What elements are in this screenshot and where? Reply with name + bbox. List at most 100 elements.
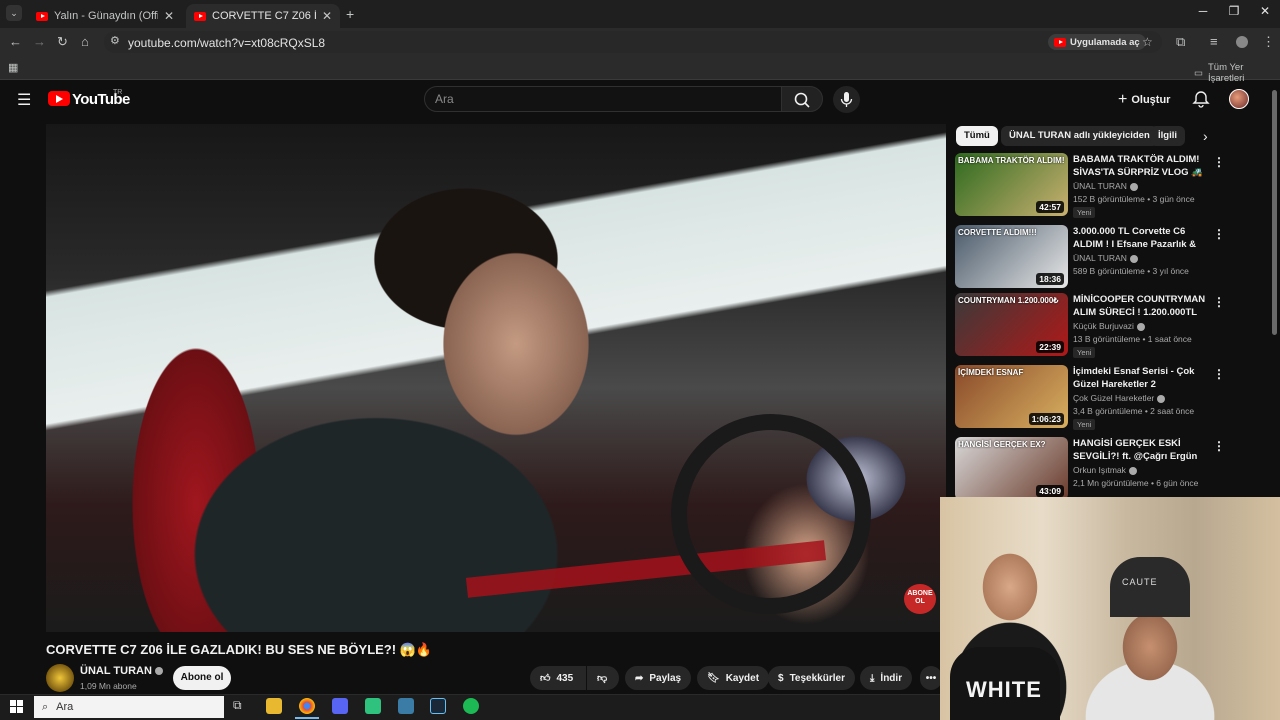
more-options-icon[interactable]: ⋮ bbox=[1213, 155, 1225, 169]
tab-title: CORVETTE C7 Z06 İLE GAZLADIK! bbox=[212, 10, 316, 22]
video-thumbnail[interactable]: BABAMA TRAKTÖR ALDIM! 42:57 bbox=[955, 153, 1068, 216]
thumbnail-text: HANGİSİ GERÇEK EX? bbox=[958, 440, 1046, 449]
subscribe-watermark[interactable]: ABONE OL bbox=[904, 584, 936, 614]
chip-all[interactable]: Tümü bbox=[956, 126, 998, 146]
browser-tab-strip: ⌄ Yalın - Günaydın (Official Video) ✕ CO… bbox=[0, 0, 1280, 28]
recommendation-title[interactable]: 3.000.000 TL Corvette C6 ALDIM ! I Efsan… bbox=[1073, 225, 1211, 251]
search-input[interactable]: Ara bbox=[424, 86, 782, 112]
share-icon: ➦ bbox=[635, 672, 644, 684]
more-options-icon[interactable]: ⋮ bbox=[1213, 439, 1225, 453]
recommendation-channel[interactable]: ÜNAL TURAN bbox=[1073, 181, 1138, 191]
recommendation-channel[interactable]: Çok Güzel Hareketler bbox=[1073, 393, 1166, 403]
scrollbar[interactable] bbox=[1272, 90, 1277, 335]
chip-from-uploader[interactable]: ÜNAL TURAN adlı yükleyiciden bbox=[1001, 126, 1158, 146]
thanks-label: Teşekkürler bbox=[789, 672, 845, 684]
like-button[interactable]: 👍︎ 435 bbox=[530, 666, 586, 690]
menu-icon[interactable]: ☰ bbox=[17, 90, 31, 110]
video-thumbnail[interactable]: İÇİMDEKİ ESNAF 1:06:23 bbox=[955, 365, 1068, 428]
windows-start-icon[interactable] bbox=[10, 700, 24, 714]
channel-name[interactable]: ÜNAL TURAN bbox=[80, 665, 163, 677]
recommendation-item[interactable]: BABAMA TRAKTÖR ALDIM! 42:57 BABAMA TRAKT… bbox=[955, 153, 1265, 218]
download-label: İndir bbox=[880, 672, 903, 684]
create-button[interactable]: + Oluştur bbox=[1118, 91, 1170, 109]
youtube-logo-icon[interactable] bbox=[48, 91, 70, 106]
bookmark-star-icon[interactable]: ☆ bbox=[1142, 35, 1153, 49]
browser-menu-icon[interactable]: ⋮ bbox=[1262, 34, 1275, 50]
home-icon[interactable]: ⌂ bbox=[81, 34, 89, 49]
recommendation-title[interactable]: HANGİSİ GERÇEK ESKİ SEVGİLİ?! ft. @Çağrı… bbox=[1073, 437, 1211, 463]
steering-wheel bbox=[671, 414, 871, 614]
back-icon[interactable]: ← bbox=[9, 34, 22, 49]
spotify-icon[interactable] bbox=[463, 698, 479, 714]
all-bookmarks-button[interactable]: ▭ Tüm Yer İşaretleri bbox=[1194, 62, 1280, 84]
download-icon: ⤓ bbox=[870, 672, 875, 684]
discord-icon[interactable] bbox=[332, 698, 348, 714]
subscribe-button[interactable]: Abone ol bbox=[173, 666, 231, 690]
download-button[interactable]: ⤓ İndir bbox=[860, 666, 913, 690]
tab-yalin[interactable]: Yalın - Günaydın (Official Video) ✕ bbox=[28, 4, 182, 28]
save-button[interactable]: 🔖︎ Kaydet bbox=[697, 666, 770, 690]
recommendation-title[interactable]: MİNİCOOPER COUNTRYMAN ALIM SÜRECİ ! 1.20… bbox=[1073, 293, 1211, 319]
chips-next-icon[interactable]: › bbox=[1203, 128, 1208, 144]
window-close-icon[interactable]: ✕ bbox=[1250, 4, 1280, 18]
reload-icon[interactable]: ↻ bbox=[57, 34, 68, 50]
notifications-bell-icon[interactable] bbox=[1192, 90, 1210, 108]
video-player[interactable]: ABONE OL bbox=[46, 124, 946, 632]
thumbnail-text: COUNTRYMAN 1.200.000₺ bbox=[958, 296, 1059, 305]
thumbnail-text: CORVETTE ALDIM!!! bbox=[958, 228, 1037, 237]
video-thumbnail[interactable]: HANGİSİ GERÇEK EX? 43:09 bbox=[955, 437, 1068, 500]
profile-icon[interactable] bbox=[1236, 36, 1248, 48]
file-explorer-icon[interactable] bbox=[266, 698, 282, 714]
channel-avatar[interactable] bbox=[46, 664, 74, 692]
recommendation-title[interactable]: İçimdeki Esnaf Serisi - Çok Güzel Hareke… bbox=[1073, 365, 1211, 391]
minimize-icon[interactable]: ─ bbox=[1188, 4, 1218, 18]
more-options-icon[interactable]: ⋮ bbox=[1213, 367, 1225, 381]
video-thumbnail[interactable]: COUNTRYMAN 1.200.000₺ 22:39 bbox=[955, 293, 1068, 356]
site-info-icon[interactable]: ⚙ bbox=[110, 34, 120, 47]
recommendation-channel[interactable]: Orkun Işıtmak bbox=[1073, 465, 1137, 475]
video-thumbnail[interactable]: CORVETTE ALDIM!!! 18:36 bbox=[955, 225, 1068, 288]
chrome-icon[interactable] bbox=[295, 698, 319, 719]
task-view-icon[interactable]: ⧉ bbox=[233, 698, 249, 714]
thanks-button[interactable]: $ Teşekkürler bbox=[768, 666, 855, 690]
voice-search-button[interactable] bbox=[833, 86, 860, 113]
recommendation-title[interactable]: BABAMA TRAKTÖR ALDIM! SİVAS'TA SÜRPRİZ V… bbox=[1073, 153, 1211, 179]
restore-icon[interactable]: ❐ bbox=[1219, 4, 1249, 18]
app-icon[interactable] bbox=[365, 698, 381, 714]
video-duration: 18:36 bbox=[1036, 273, 1064, 285]
recommendation-channel[interactable]: ÜNAL TURAN bbox=[1073, 253, 1138, 263]
close-tab-icon[interactable]: ✕ bbox=[322, 9, 332, 23]
account-avatar[interactable] bbox=[1229, 89, 1249, 109]
apps-grid-icon[interactable]: ▦ bbox=[8, 61, 18, 74]
youtube-favicon-icon bbox=[194, 11, 206, 21]
more-options-icon[interactable]: ⋮ bbox=[1213, 227, 1225, 241]
share-button[interactable]: ➦ Paylaş bbox=[625, 666, 692, 690]
search-button[interactable] bbox=[781, 86, 823, 112]
save-label: Kaydet bbox=[725, 672, 760, 684]
chip-related[interactable]: İlgili bbox=[1150, 126, 1185, 146]
forward-icon[interactable]: → bbox=[33, 34, 46, 49]
tab-search-icon[interactable]: ⌄ bbox=[6, 5, 22, 21]
recommendation-channel[interactable]: Küçük Burjuvazi bbox=[1073, 321, 1145, 331]
url-text[interactable]: youtube.com/watch?v=xt08cRQxSL8 bbox=[128, 36, 325, 50]
steam-icon[interactable] bbox=[430, 698, 446, 714]
more-options-icon[interactable]: ⋮ bbox=[1213, 295, 1225, 309]
close-tab-icon[interactable]: ✕ bbox=[164, 9, 174, 23]
dislike-button[interactable]: 👎︎ bbox=[587, 666, 619, 690]
recommendation-item[interactable]: HANGİSİ GERÇEK EX? 43:09 HANGİSİ GERÇEK … bbox=[955, 437, 1265, 501]
taskbar-search[interactable]: ⌕ Ara bbox=[34, 696, 224, 718]
thanks-icon: $ bbox=[778, 672, 784, 684]
more-actions-button[interactable]: ••• bbox=[920, 666, 942, 690]
extensions-icon[interactable]: ⧉ bbox=[1176, 34, 1185, 50]
network-app-icon[interactable] bbox=[398, 698, 414, 714]
tab-corvette[interactable]: CORVETTE C7 Z06 İLE GAZLADIK! ✕ bbox=[186, 4, 340, 28]
recommendation-item[interactable]: COUNTRYMAN 1.200.000₺ 22:39 MİNİCOOPER C… bbox=[955, 293, 1265, 358]
thumbs-up-icon: 👍︎ bbox=[540, 673, 551, 684]
recommendation-meta: 2,1 Mn görüntüleme • 6 gün önce bbox=[1073, 478, 1199, 488]
recommendation-item[interactable]: CORVETTE ALDIM!!! 18:36 3.000.000 TL Cor… bbox=[955, 225, 1265, 289]
recommendation-item[interactable]: İÇİMDEKİ ESNAF 1:06:23 İçimdeki Esnaf Se… bbox=[955, 365, 1265, 430]
open-in-app-button[interactable]: Uygulamada aç bbox=[1048, 34, 1146, 50]
new-tab-icon[interactable]: + bbox=[346, 6, 354, 22]
reading-list-icon[interactable]: ≡ bbox=[1210, 34, 1218, 49]
recommendation-channel-label: ÜNAL TURAN bbox=[1073, 181, 1127, 191]
